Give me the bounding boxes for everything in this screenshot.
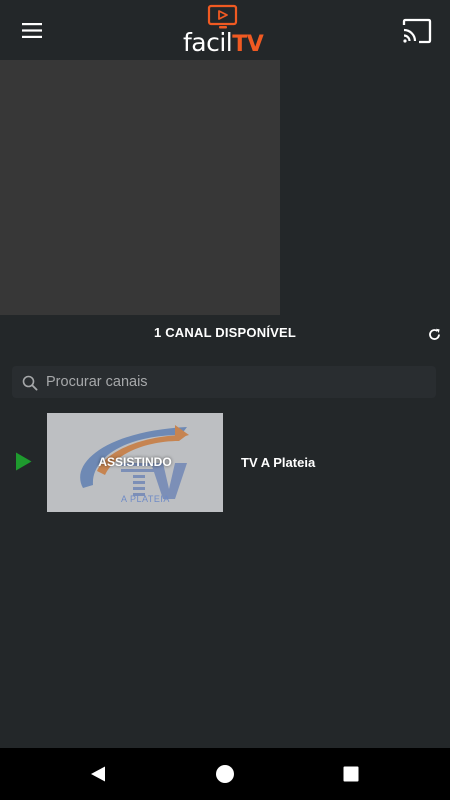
app-logo: facilTV [180, 4, 270, 58]
channel-list-item[interactable]: A PLATEIA ASSISTINDO TV A Plateia [0, 412, 450, 512]
logo-text-tv: TV [232, 32, 264, 57]
menu-button[interactable] [12, 14, 52, 46]
channel-count-row: 1 CANAL DISPONÍVEL [0, 318, 450, 348]
video-player[interactable] [0, 60, 280, 315]
home-button[interactable] [214, 763, 236, 785]
search-bar [12, 366, 436, 398]
app-bar: facilTV [0, 0, 450, 60]
hamburger-menu-icon [22, 22, 42, 38]
recents-square-icon [343, 766, 359, 782]
refresh-button[interactable] [424, 324, 444, 344]
back-button[interactable] [87, 763, 109, 785]
back-triangle-icon [91, 766, 105, 782]
channel-count-label: 1 CANAL DISPONÍVEL [153, 325, 297, 340]
logo-text-facil: facil [183, 28, 233, 57]
playing-indicator-icon [16, 452, 32, 471]
search-icon [22, 375, 38, 391]
system-navigation-bar [0, 748, 450, 800]
logo-wordmark: facilTV [183, 28, 264, 58]
tv-logo-icon [207, 4, 238, 29]
home-circle-icon [216, 765, 234, 783]
channel-name: TV A Plateia [241, 455, 316, 470]
refresh-icon [428, 328, 440, 340]
search-input[interactable] [46, 366, 426, 398]
cast-icon [402, 18, 432, 44]
channel-logo-subtext: A PLATEIA [121, 494, 170, 504]
channel-thumbnail: A PLATEIA ASSISTINDO [47, 413, 223, 512]
watching-badge: ASSISTINDO [98, 455, 172, 469]
cast-button[interactable] [398, 14, 436, 48]
recents-button[interactable] [340, 763, 362, 785]
